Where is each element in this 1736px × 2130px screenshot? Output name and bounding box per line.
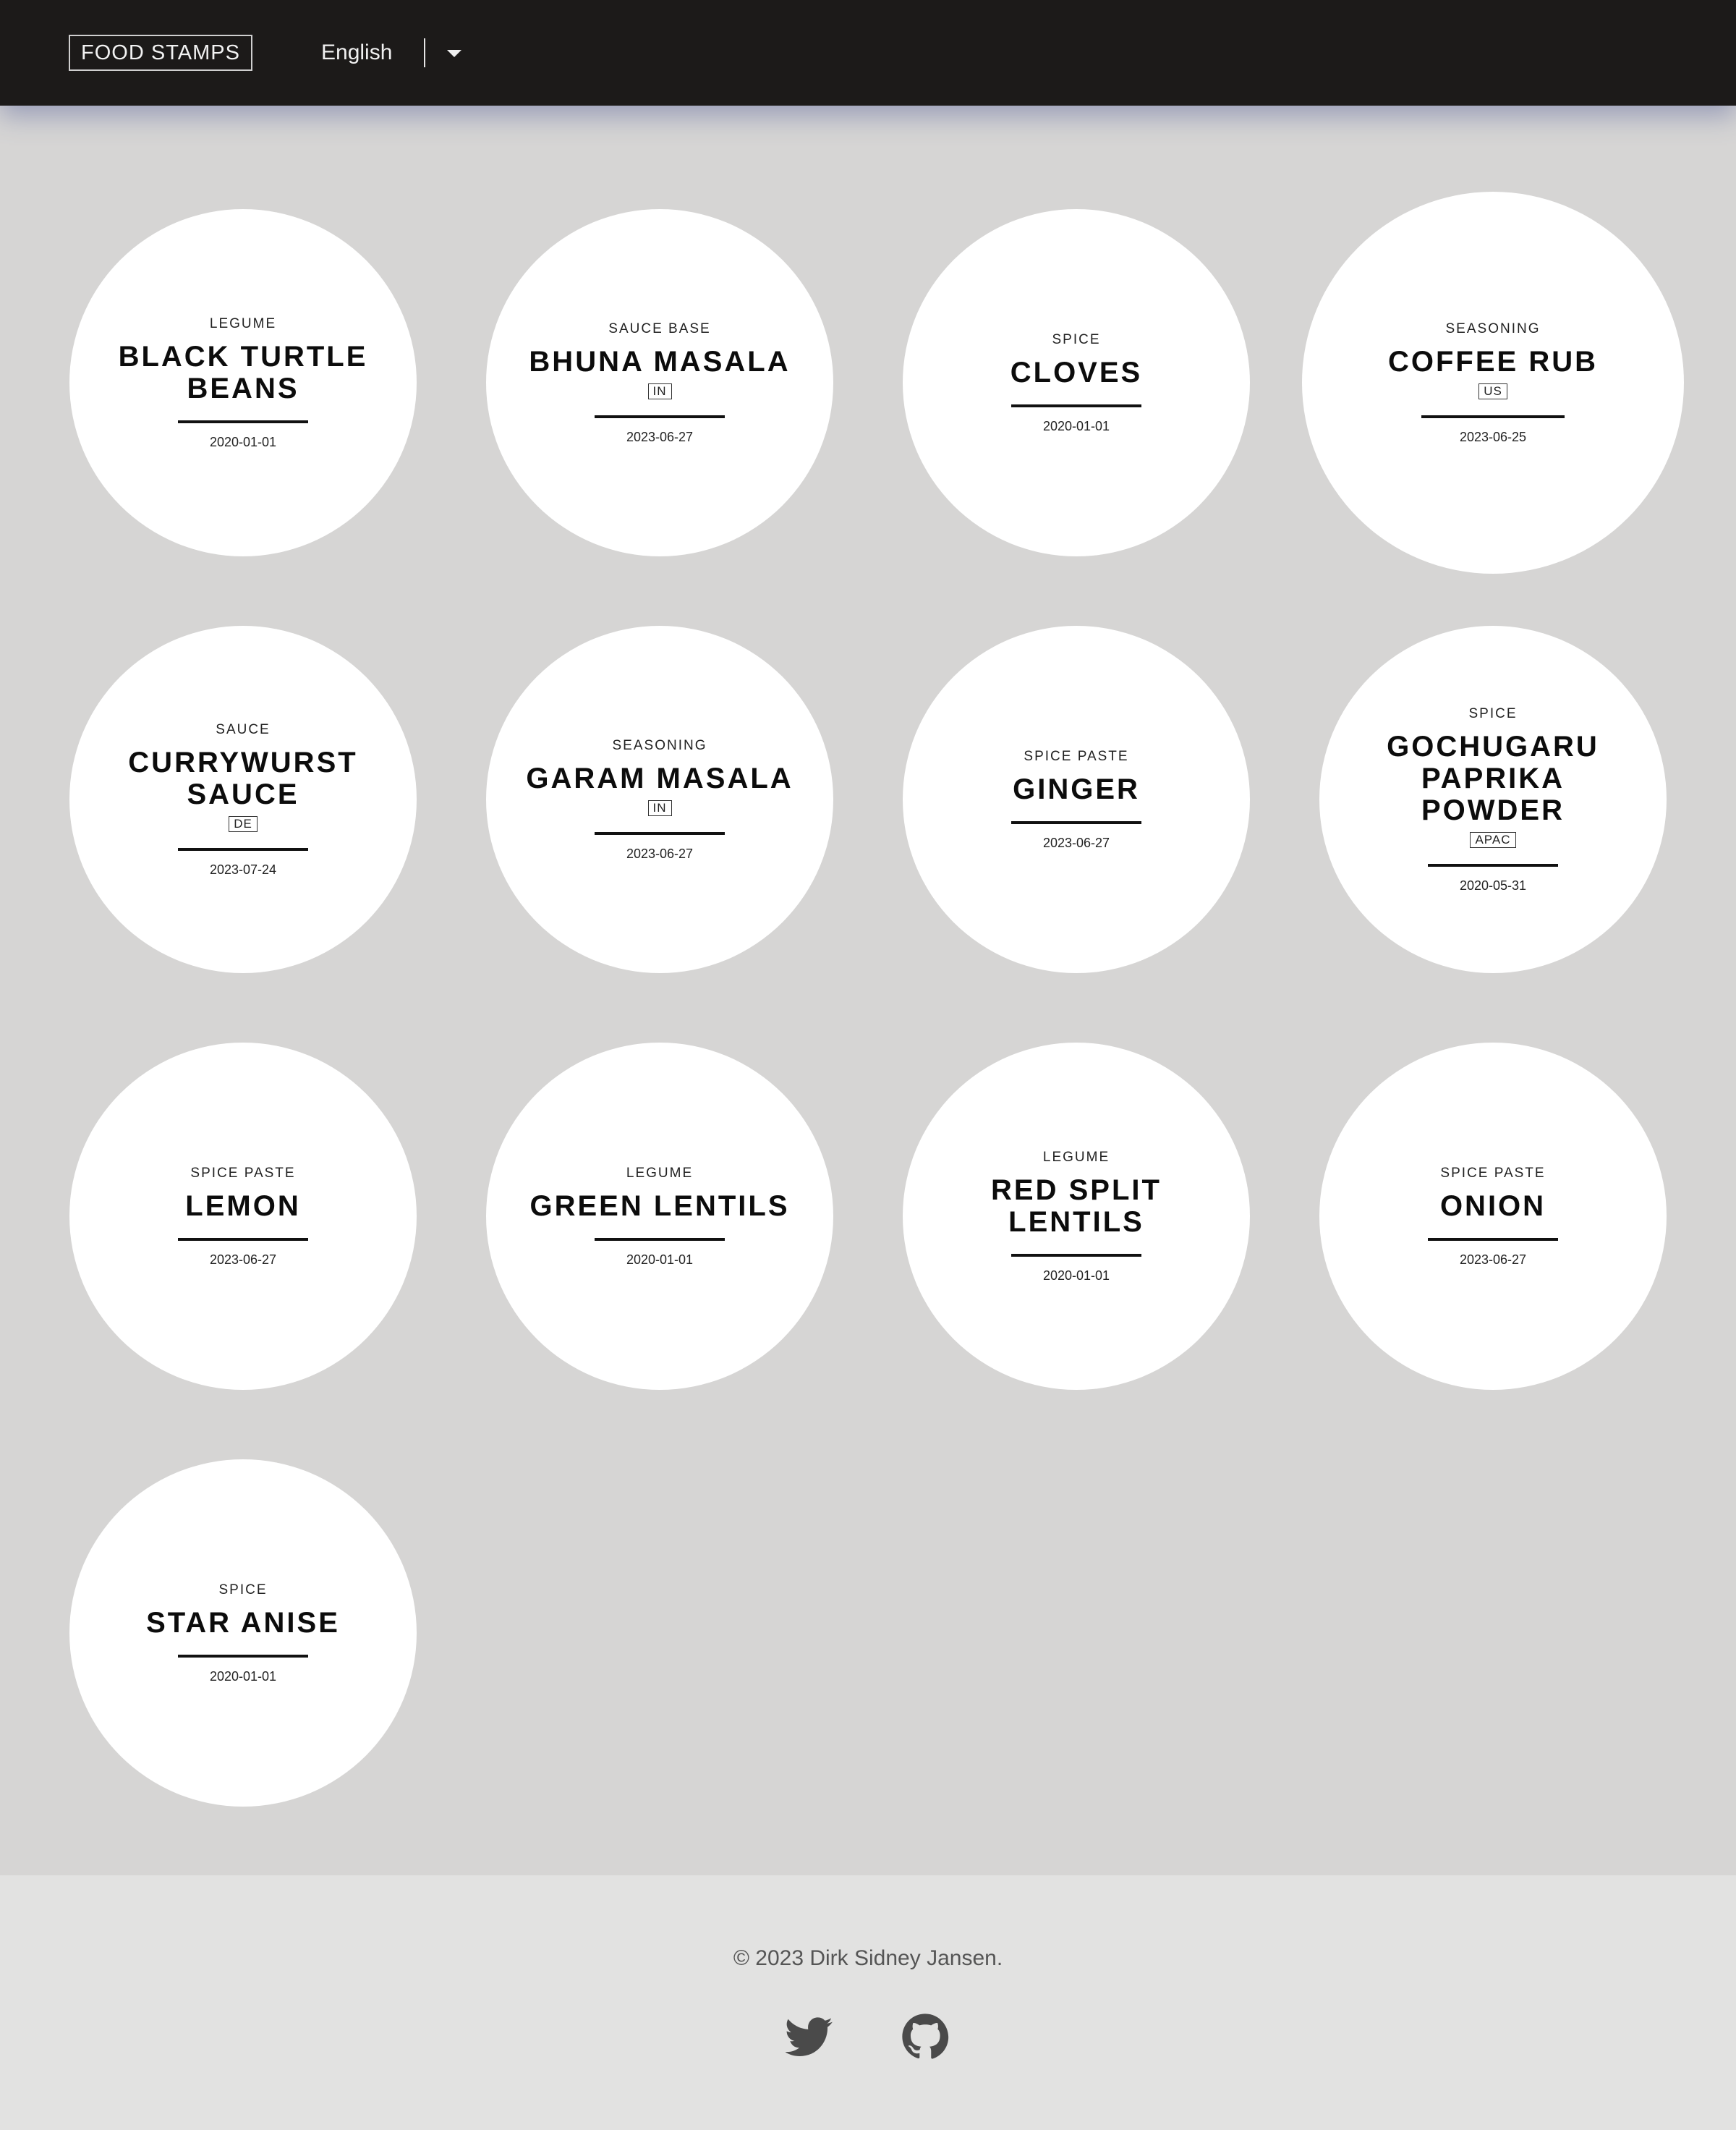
stamp-date: 2020-01-01: [626, 1252, 694, 1267]
stamp-name: CLOVES: [1010, 356, 1143, 389]
stamp-name: GOCHUGARU PAPRIKA POWDER: [1387, 730, 1599, 826]
stamp-divider: [178, 847, 308, 851]
stamp-date: 2023-06-27: [1459, 1252, 1527, 1267]
footer: © 2023 Dirk Sidney Jansen.: [0, 1875, 1736, 2130]
stamp-divider: [595, 1237, 725, 1241]
stamp-card[interactable]: SPICE STAR ANISE 2020-01-01: [69, 1459, 417, 1807]
language-label: English: [321, 41, 393, 64]
stamp-date: 2023-06-25: [1459, 429, 1527, 444]
stamp-name: GARAM MASALA: [526, 762, 793, 794]
stamp-name: BLACK TURTLE BEANS: [118, 340, 368, 404]
language-select[interactable]: English: [321, 36, 462, 69]
stamp-category: LEGUME: [1042, 1149, 1110, 1165]
chevron-down-icon: [447, 50, 462, 57]
stamp-date: 2023-06-27: [626, 846, 694, 861]
stamp-date: 2020-01-01: [1042, 1268, 1110, 1283]
stamp-name: COFFEE RUB: [1388, 345, 1598, 378]
stamp-name: CURRYWURST SAUCE: [128, 746, 358, 810]
stamp-card[interactable]: SPICE CLOVES 2020-01-01: [903, 209, 1250, 556]
stamp-card[interactable]: LEGUME RED SPLIT LENTILS 2020-01-01: [903, 1043, 1250, 1390]
github-icon[interactable]: [901, 2013, 949, 2061]
stamp-card[interactable]: LEGUME BLACK TURTLE BEANS 2020-01-01: [69, 209, 417, 556]
stamp-card[interactable]: SPICE PASTE GINGER 2023-06-27: [903, 626, 1250, 973]
stamp-divider: [1011, 820, 1141, 824]
language-divider: [424, 38, 426, 67]
stamp-divider: [178, 1654, 308, 1658]
stamp-category: LEGUME: [626, 1165, 694, 1181]
stamp-category: SPICE PASTE: [1440, 1165, 1546, 1181]
stamp-region-badge: US: [1478, 383, 1507, 399]
brand-logo[interactable]: FOOD STAMPS: [69, 35, 252, 71]
stamp-date: 2020-01-01: [209, 434, 277, 449]
stamp-card[interactable]: SPICE GOCHUGARU PAPRIKA POWDER APAC 2020…: [1319, 626, 1667, 973]
copyright-text: © 2023 Dirk Sidney Jansen.: [733, 1946, 1003, 1970]
stamp-card[interactable]: SEASONING GARAM MASALA IN 2023-06-27: [486, 626, 833, 973]
stamp-category: LEGUME: [209, 315, 277, 331]
stamp-card[interactable]: SEASONING COFFEE RUB US 2023-06-25: [1302, 192, 1684, 574]
stamp-category: SPICE PASTE: [190, 1165, 296, 1181]
stamp-date: 2023-06-27: [1042, 835, 1110, 850]
stamp-name: RED SPLIT LENTILS: [991, 1174, 1162, 1238]
stamp-category: SAUCE: [216, 721, 271, 737]
stamp-card[interactable]: SAUCE BASE BHUNA MASALA IN 2023-06-27: [486, 209, 833, 556]
stamp-date: 2023-06-27: [626, 429, 694, 444]
stamp-divider: [1428, 863, 1558, 867]
stamp-card[interactable]: SAUCE CURRYWURST SAUCE DE 2023-07-24: [69, 626, 417, 973]
twitter-icon[interactable]: [786, 2013, 833, 2061]
stamp-region-badge: DE: [229, 815, 258, 832]
stamp-name: BHUNA MASALA: [529, 345, 791, 378]
stamp-date: 2023-06-27: [209, 1252, 277, 1267]
stamp-divider: [595, 415, 725, 418]
stamp-category: SPICE: [1468, 705, 1518, 721]
stamp-name: ONION: [1439, 1189, 1546, 1222]
stamp-region-badge: APAC: [1470, 831, 1516, 848]
stamp-date: 2020-01-01: [1042, 418, 1110, 433]
stamp-name: GREEN LENTILS: [529, 1189, 790, 1222]
stamp-divider: [178, 420, 308, 423]
stamp-date: 2020-05-31: [1459, 878, 1527, 893]
stamp-category: SAUCE BASE: [608, 321, 711, 336]
stamp-grid: LEGUME BLACK TURTLE BEANS 2020-01-01 SAU…: [0, 0, 1736, 1875]
stamp-region-badge: IN: [647, 799, 672, 816]
stamp-card[interactable]: LEGUME GREEN LENTILS 2020-01-01: [486, 1043, 833, 1390]
stamp-card[interactable]: SPICE PASTE LEMON 2023-06-27: [69, 1043, 417, 1390]
stamp-name: STAR ANISE: [146, 1606, 340, 1639]
stamp-divider: [1011, 404, 1141, 407]
stamp-name: GINGER: [1013, 773, 1140, 805]
stamp-card[interactable]: SPICE PASTE ONION 2023-06-27: [1319, 1043, 1667, 1390]
stamp-divider: [178, 1237, 308, 1241]
stamp-category: SPICE PASTE: [1024, 748, 1129, 764]
stamp-date: 2020-01-01: [209, 1668, 277, 1684]
stamp-category: SEASONING: [612, 737, 707, 753]
stamp-divider: [1011, 1253, 1141, 1257]
stamp-divider: [1421, 415, 1565, 418]
stamp-name: LEMON: [185, 1189, 301, 1222]
top-nav: FOOD STAMPS English: [0, 0, 1736, 106]
stamp-region-badge: IN: [647, 383, 672, 399]
stamp-category: SPICE: [1052, 331, 1101, 347]
stamp-category: SPICE: [218, 1582, 268, 1598]
stamp-date: 2023-07-24: [209, 862, 277, 877]
stamp-divider: [595, 831, 725, 835]
stamp-divider: [1428, 1237, 1558, 1241]
stamp-category: SEASONING: [1445, 321, 1541, 336]
